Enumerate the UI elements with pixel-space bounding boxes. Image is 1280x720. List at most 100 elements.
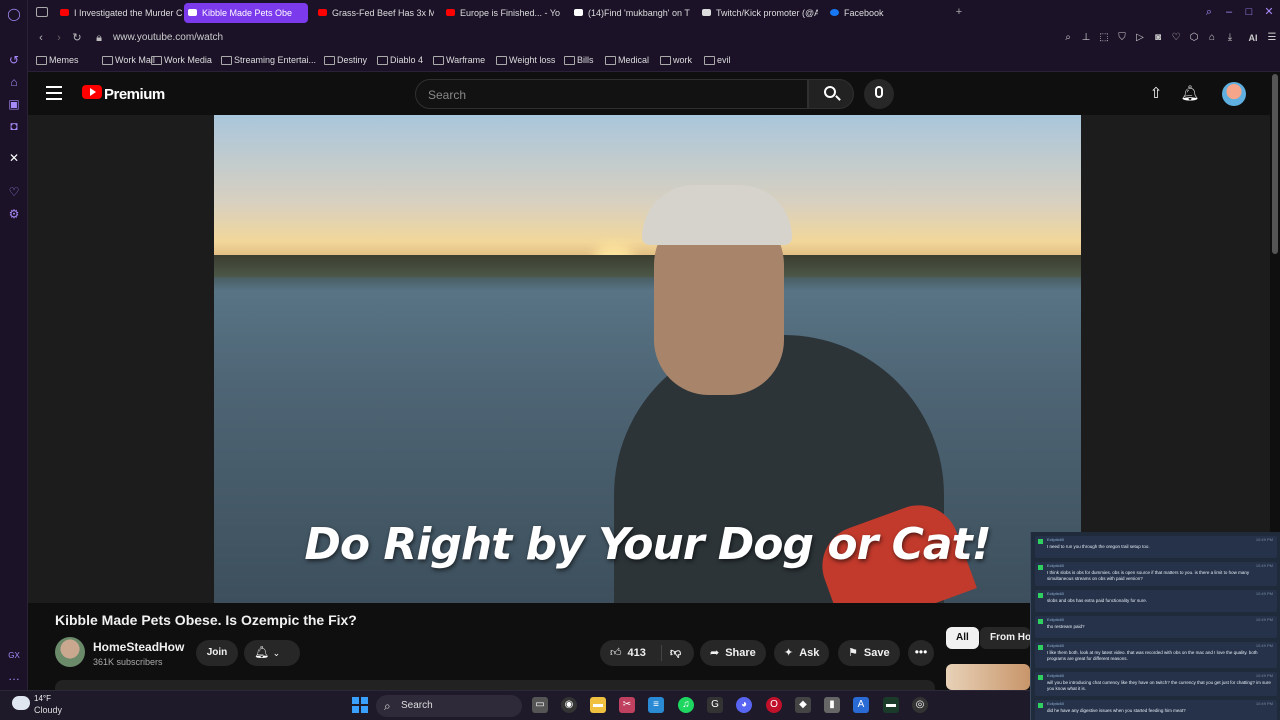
more-dots-icon[interactable]: … (6, 668, 22, 684)
bookmark-folder[interactable]: Memes (36, 55, 79, 65)
x-twitter-icon[interactable]: ✕ (6, 150, 22, 166)
azure-icon[interactable]: A (853, 697, 869, 713)
favorites-heart-icon[interactable]: ♡ (6, 184, 22, 200)
like-button[interactable]: 👍︎ 413 (610, 647, 646, 659)
usb-icon[interactable]: ▮ (824, 697, 840, 713)
bookmark-folder[interactable]: work (660, 55, 692, 65)
channel-avatar[interactable] (55, 637, 85, 667)
notepad-icon[interactable]: ≡ (648, 697, 664, 713)
app-icon[interactable]: ◆ (795, 697, 811, 713)
close-icon[interactable]: ✕ (1262, 5, 1276, 19)
account-icon[interactable]: ⌂ (1206, 32, 1218, 44)
search-input[interactable]: Search (415, 79, 808, 109)
gamepad-icon[interactable]: ▣ (6, 96, 22, 112)
video-player[interactable]: Do Right by Your Dog or Cat! (214, 115, 1081, 603)
taskbar-search[interactable]: Search (376, 695, 522, 717)
save-button[interactable]: ⚑ Save (838, 640, 900, 666)
recommended-thumbnail[interactable] (946, 664, 1030, 690)
more-actions-icon[interactable]: ••• (908, 640, 934, 666)
hamburger-menu-icon[interactable] (46, 86, 62, 100)
bookmark-folder[interactable]: Weight loss (496, 55, 555, 65)
terminal-icon[interactable]: ▬ (883, 697, 899, 713)
settings-gear-icon[interactable]: ⚙ (6, 206, 22, 222)
bookmark-folder[interactable]: Destiny (324, 55, 367, 65)
extensions-icon[interactable]: ⌂ (6, 74, 22, 90)
minimize-icon[interactable]: – (1222, 5, 1236, 19)
task-view-icon[interactable]: ▭ (532, 697, 548, 713)
scrollbar-thumb[interactable] (1272, 74, 1278, 254)
bookmark-folder[interactable]: Warframe (433, 55, 485, 65)
new-tab-icon[interactable]: + (952, 5, 966, 19)
weather-description[interactable]: Cloudy (34, 705, 62, 715)
g-app-icon[interactable]: G (707, 697, 723, 713)
extensions-puzzle-icon[interactable]: ⬡ (1188, 32, 1200, 44)
reload-icon[interactable]: ↻ (70, 31, 84, 45)
history-icon[interactable]: ↺ (6, 52, 22, 68)
bookmark-folder[interactable]: Bills (564, 55, 594, 65)
search-button[interactable] (808, 79, 854, 109)
youtube-premium-logo[interactable]: Premium (104, 86, 165, 103)
bookmark-folder[interactable]: Work Media (151, 55, 212, 65)
obs-icon[interactable]: ◎ (912, 697, 928, 713)
ask-button[interactable]: ✦ Ask (774, 640, 830, 666)
snipping-tool-icon[interactable]: ✂ (619, 697, 635, 713)
messenger-icon[interactable]: ◘ (6, 118, 22, 134)
heart-icon[interactable]: ♡ (1170, 32, 1182, 44)
bookmark-folder[interactable]: evil (704, 55, 731, 65)
easy-setup-icon[interactable]: ☰ (1266, 32, 1278, 44)
chat-time: 10:49 PM (1255, 643, 1273, 648)
chip-all[interactable]: All (946, 627, 979, 649)
weather-cloud-icon[interactable] (12, 696, 30, 710)
spotify-icon[interactable]: ♫ (678, 697, 694, 713)
maximize-icon[interactable]: □ (1242, 5, 1256, 19)
file-explorer-icon[interactable]: ▬ (590, 697, 606, 713)
chip-from-channel[interactable]: From Ho (980, 627, 1030, 649)
tab-6[interactable]: Facebook (826, 3, 926, 23)
join-button[interactable]: Join (196, 640, 238, 666)
voice-search-button[interactable] (864, 79, 894, 109)
tab-2[interactable]: Grass-Fed Beef Has 3x M (314, 3, 434, 23)
camera-icon[interactable]: ◙ (1152, 32, 1164, 44)
tab-4[interactable]: (14)Find 'mukbangh' on T (570, 3, 690, 23)
play-icon[interactable]: ▷ (1134, 32, 1146, 44)
platform-icon (1038, 619, 1043, 624)
bookmark-icon: ⚑ (848, 647, 858, 659)
tab-search-icon[interactable]: ⌕ (1202, 5, 1216, 19)
ai-button[interactable]: AI (1242, 32, 1264, 44)
bookmark-folder[interactable]: Work Mail (102, 55, 155, 65)
shield-icon[interactable]: ⛉ (1116, 32, 1128, 44)
bookmark-folder[interactable]: Diablo 4 (377, 55, 423, 65)
discord-icon[interactable]: ◕ (736, 697, 752, 713)
opera-gx-icon[interactable]: O (766, 697, 782, 713)
opera-logo-icon[interactable]: ◯ (6, 6, 22, 22)
gx-icon[interactable]: GX (6, 648, 22, 664)
subscribe-bell-button[interactable]: 🔔︎ ⌄ (244, 640, 300, 666)
tab-bar: I Investigated the Murder C Kibble Made … (28, 0, 1280, 26)
youtube-logo-icon[interactable] (82, 85, 102, 99)
snapshot-icon[interactable]: ⬚ (1098, 32, 1110, 44)
tab-menu-icon[interactable] (36, 7, 48, 17)
user-avatar[interactable] (1222, 82, 1246, 106)
download-icon[interactable]: ⤓ (1224, 32, 1236, 44)
copilot-icon[interactable]: ◉ (561, 697, 577, 713)
channel-name[interactable]: HomeSteadHow (93, 640, 184, 654)
notifications-bell-icon[interactable]: 🔔︎ (1180, 84, 1200, 104)
create-upload-icon[interactable]: ⇧ (1146, 84, 1166, 104)
tab-1[interactable]: Kibble Made Pets Obe (184, 3, 308, 23)
back-icon[interactable]: ‹ (34, 31, 48, 45)
weather-temperature[interactable]: 14°F (34, 694, 51, 703)
url-field[interactable]: www.youtube.com/watch (113, 32, 223, 43)
tab-3[interactable]: Europe is Finished... - You (442, 3, 560, 23)
pin-icon[interactable]: ⊥ (1080, 32, 1092, 44)
windows-start-icon[interactable] (352, 697, 368, 713)
dislike-button[interactable]: 👎︎ (670, 640, 681, 666)
forward-icon[interactable]: › (52, 31, 66, 45)
share-label: Share (725, 647, 756, 659)
share-button[interactable]: ➦ Share (700, 640, 766, 666)
facebook-favicon-icon (830, 9, 839, 16)
bookmark-folder[interactable]: Medical (605, 55, 649, 65)
bookmark-folder[interactable]: Streaming Entertai... (221, 55, 316, 65)
description-box[interactable] (55, 680, 935, 690)
tab-5[interactable]: Twitch/Kick promoter (@A (698, 3, 818, 23)
zoom-icon[interactable]: ⌕ (1062, 32, 1074, 44)
